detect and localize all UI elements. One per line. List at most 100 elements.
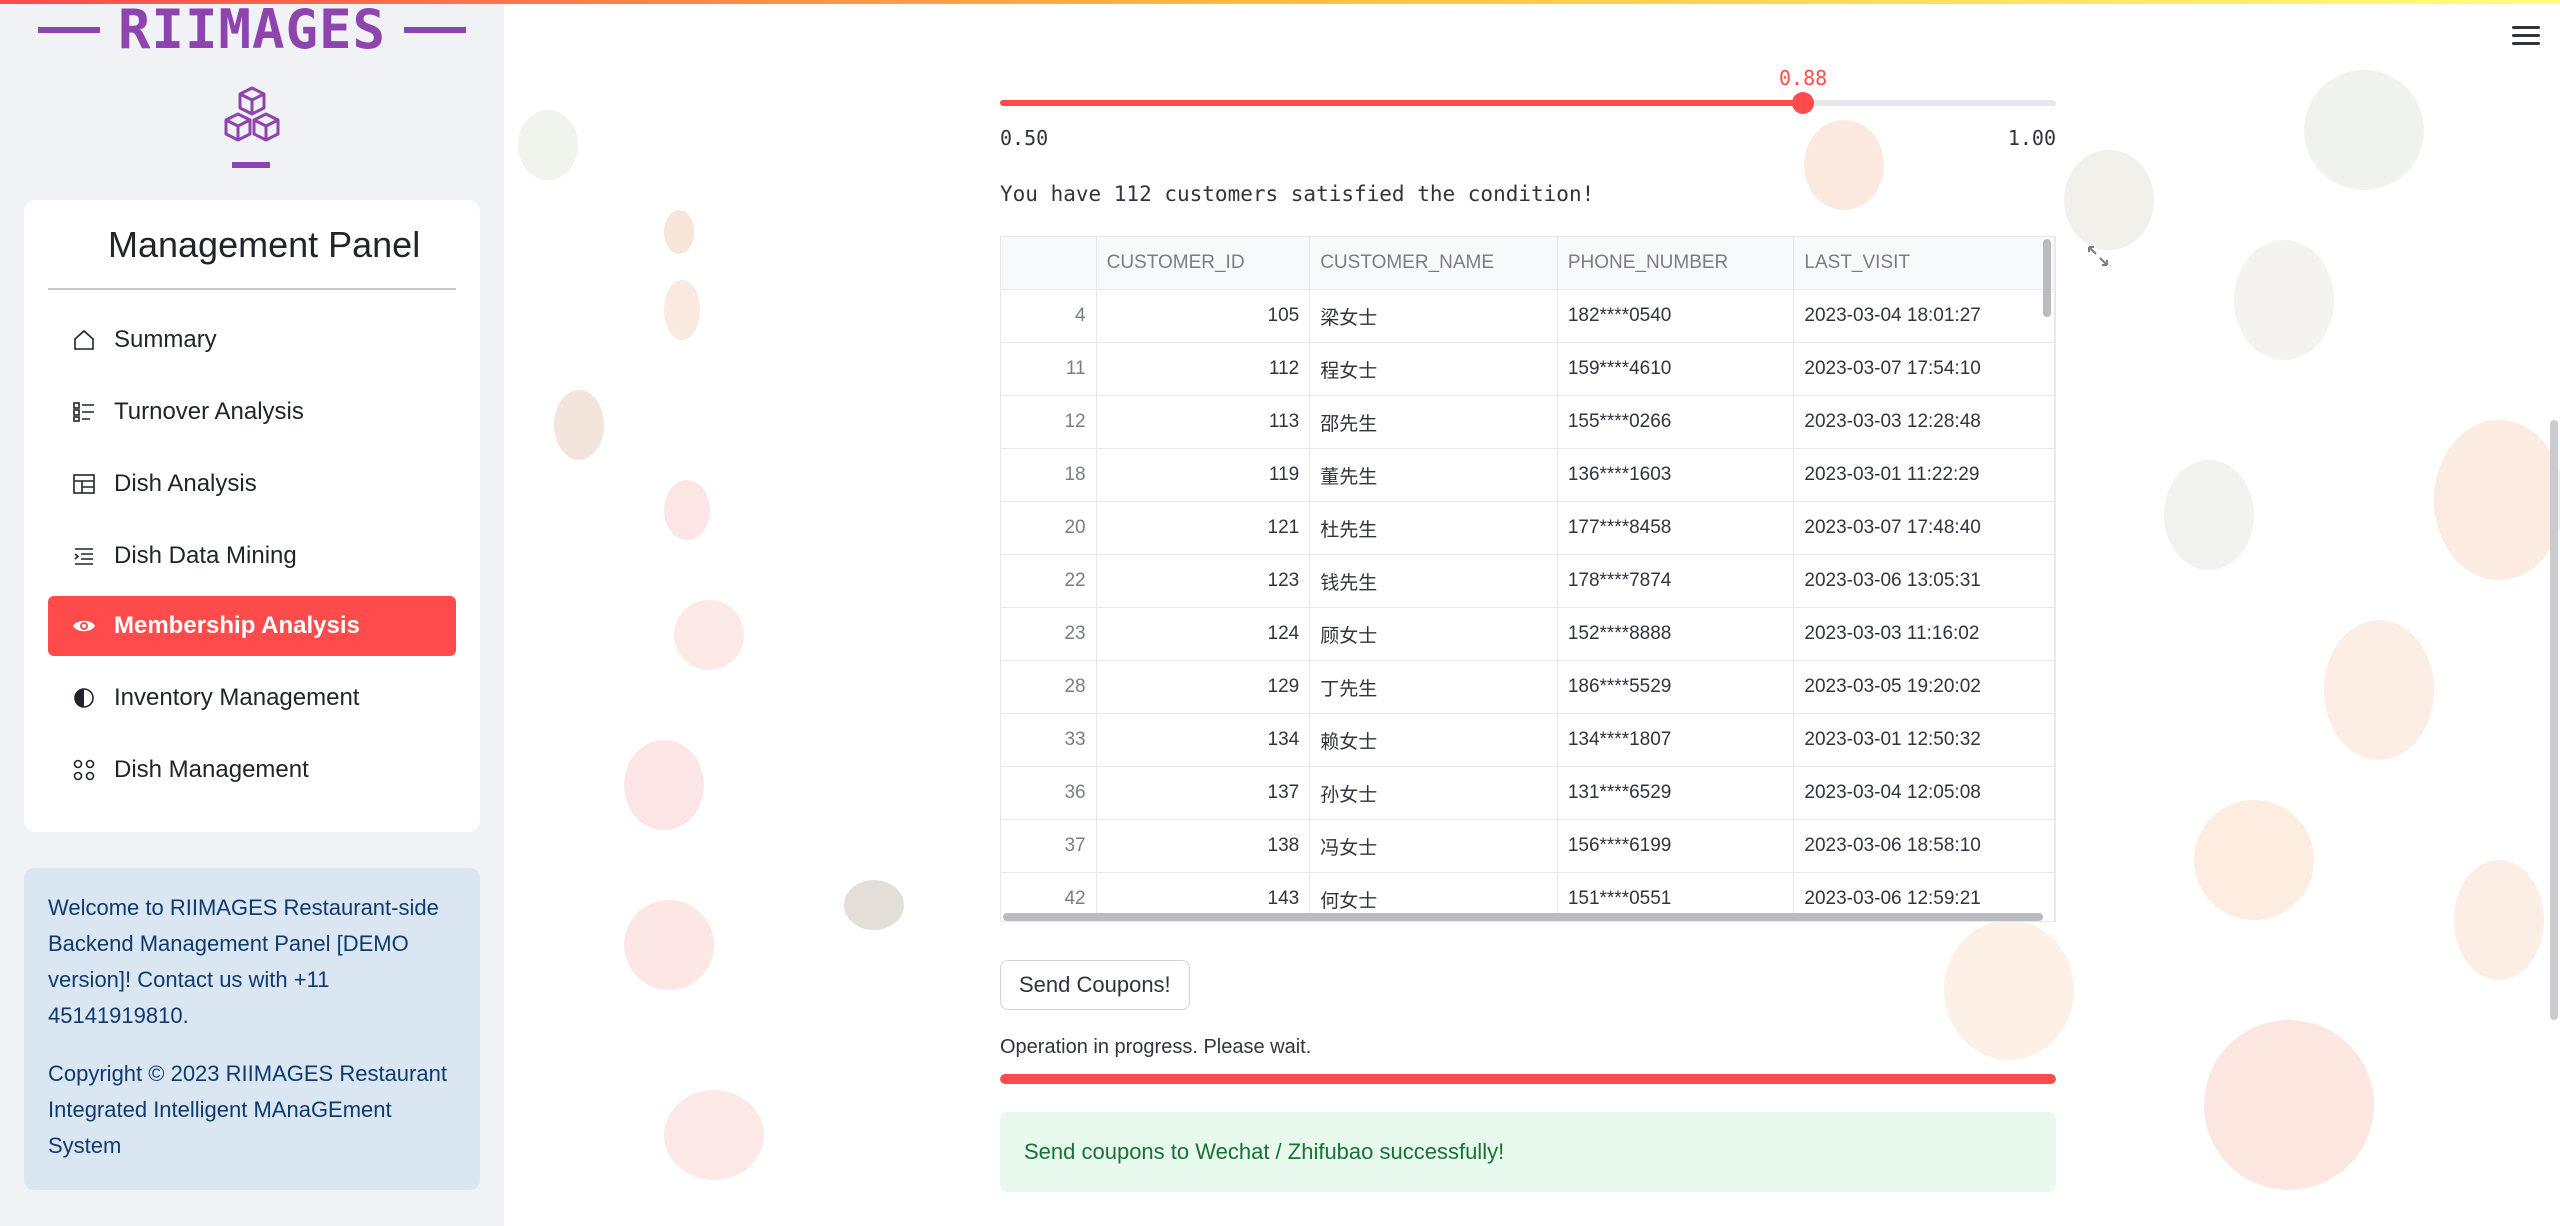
- sidebar-item-label: Inventory Management: [114, 684, 360, 711]
- cell-last-visit: 2023-03-07 17:48:40: [1793, 501, 2055, 555]
- cell-last-visit: 2023-03-06 13:05:31: [1793, 554, 2055, 608]
- column-header-index[interactable]: [1001, 237, 1097, 290]
- food-decoration: [2434, 420, 2560, 580]
- slider-fill: [1000, 100, 1803, 106]
- table-row[interactable]: 28 129 丁先生 186****5529 2023-03-05 19:20:02: [1001, 660, 2055, 714]
- column-header-last-visit[interactable]: LAST_VISIT: [1793, 237, 2055, 290]
- food-decoration: [844, 880, 904, 930]
- cubes-icon: [224, 86, 280, 142]
- slider-max-label: 1.00: [2007, 126, 2056, 150]
- cell-phone-number: 159****4610: [1557, 342, 1795, 396]
- table-row[interactable]: 36 137 孙女士 131****6529 2023-03-04 12:05:08: [1001, 766, 2055, 820]
- cell-customer-name: 杜先生: [1309, 501, 1558, 555]
- cell-phone-number: 134****1807: [1557, 713, 1795, 767]
- sidebar-item-membership-analysis[interactable]: Membership Analysis: [48, 596, 456, 656]
- table-vertical-scrollbar[interactable]: [2043, 239, 2051, 317]
- result-count-text: You have 112 customers satisfied the con…: [1000, 182, 1595, 206]
- food-decoration: [2194, 800, 2314, 920]
- cell-phone-number: 155****0266: [1557, 395, 1795, 449]
- food-decoration: [2454, 860, 2544, 980]
- table-horizontal-scrollbar[interactable]: [1003, 913, 2043, 921]
- food-decoration: [664, 210, 694, 254]
- cell-last-visit: 2023-03-04 18:01:27: [1793, 289, 2055, 343]
- food-decoration: [2234, 240, 2334, 360]
- cell-last-visit: 2023-03-01 12:50:32: [1793, 713, 2055, 767]
- expand-fullscreen-icon[interactable]: [2086, 244, 2110, 268]
- cell-customer-name: 钱先生: [1309, 554, 1558, 608]
- customer-table[interactable]: CUSTOMER_ID CUSTOMER_NAME PHONE_NUMBER L…: [1000, 236, 2056, 922]
- column-header-customer-name[interactable]: CUSTOMER_NAME: [1309, 237, 1558, 290]
- cell-customer-id: 121: [1096, 501, 1311, 555]
- eye-icon: [70, 612, 98, 640]
- progress-fill: [1000, 1074, 2056, 1084]
- cell-last-visit: 2023-03-01 11:22:29: [1793, 448, 2055, 502]
- table-row[interactable]: 20 121 杜先生 177****8458 2023-03-07 17:48:40: [1001, 501, 2055, 555]
- sidebar-item-dish-data-mining[interactable]: Dish Data Mining: [48, 526, 456, 586]
- cell-phone-number: 182****0540: [1557, 289, 1795, 343]
- row-index: 37: [1001, 819, 1097, 873]
- table-row[interactable]: 4 105 梁女士 182****0540 2023-03-04 18:01:27: [1001, 289, 2055, 343]
- table-row[interactable]: 22 123 钱先生 178****7874 2023-03-06 13:05:31: [1001, 554, 2055, 608]
- menu-title: Management Panel: [108, 224, 421, 265]
- sidebar-item-label: Membership Analysis: [114, 612, 360, 639]
- sidebar-item-dish-analysis[interactable]: Dish Analysis: [48, 454, 456, 514]
- row-index: 12: [1001, 395, 1097, 449]
- table-row[interactable]: 33 134 赖女士 134****1807 2023-03-01 12:50:32: [1001, 713, 2055, 767]
- food-decoration: [2324, 620, 2434, 760]
- food-decoration: [2304, 70, 2424, 190]
- page-scrollbar[interactable]: [2550, 420, 2558, 1020]
- cell-customer-id: 137: [1096, 766, 1311, 820]
- hamburger-menu-icon[interactable]: [2512, 26, 2540, 48]
- row-index: 22: [1001, 554, 1097, 608]
- column-header-customer-id[interactable]: CUSTOMER_ID: [1096, 237, 1311, 290]
- threshold-slider[interactable]: [1000, 92, 2056, 114]
- circle-half-icon: [70, 684, 98, 712]
- sidebar-item-turnover-analysis[interactable]: Turnover Analysis: [48, 382, 456, 442]
- row-index: 23: [1001, 607, 1097, 661]
- cell-customer-id: 129: [1096, 660, 1311, 714]
- table-header-row: CUSTOMER_ID CUSTOMER_NAME PHONE_NUMBER L…: [1001, 237, 2055, 290]
- cell-phone-number: 178****7874: [1557, 554, 1795, 608]
- row-index: 28: [1001, 660, 1097, 714]
- text-indent-icon: [70, 542, 98, 570]
- food-decoration: [624, 900, 714, 990]
- cell-last-visit: 2023-03-04 12:05:08: [1793, 766, 2055, 820]
- menu-divider: [48, 288, 456, 290]
- cell-last-visit: 2023-03-07 17:54:10: [1793, 342, 2055, 396]
- sidebar-item-dish-management[interactable]: Dish Management: [48, 740, 456, 800]
- food-decoration: [518, 110, 578, 180]
- food-decoration: [1944, 920, 2074, 1060]
- table-row[interactable]: 18 119 董先生 136****1603 2023-03-01 11:22:29: [1001, 448, 2055, 502]
- food-decoration: [2204, 1020, 2374, 1190]
- sidebar-item-inventory-management[interactable]: Inventory Management: [48, 668, 456, 728]
- copyright-text: Copyright © 2023 RIIMAGES Restaurant Int…: [48, 1061, 447, 1158]
- logo-dash-left: [37, 27, 100, 33]
- cell-customer-name: 梁女士: [1309, 289, 1558, 343]
- table-row[interactable]: 11 112 程女士 159****4610 2023-03-07 17:54:10: [1001, 342, 2055, 396]
- cell-customer-id: 134: [1096, 713, 1311, 767]
- table-row[interactable]: 37 138 冯女士 156****6199 2023-03-06 18:58:10: [1001, 819, 2055, 873]
- cell-customer-name: 丁先生: [1309, 660, 1558, 714]
- slider-current-value: 0.88: [1779, 66, 1828, 90]
- cell-phone-number: 177****8458: [1557, 501, 1795, 555]
- progress-bar: [1000, 1074, 2056, 1084]
- sidebar-item-summary[interactable]: Summary: [48, 310, 456, 370]
- column-header-phone-number[interactable]: PHONE_NUMBER: [1557, 237, 1795, 290]
- success-alert: Send coupons to Wechat / Zhifubao succes…: [1000, 1112, 2056, 1192]
- cell-phone-number: 136****1603: [1557, 448, 1795, 502]
- cell-customer-id: 113: [1096, 395, 1311, 449]
- slider-thumb[interactable]: [1792, 92, 1814, 114]
- table-row[interactable]: 12 113 邵先生 155****0266 2023-03-03 12:28:48: [1001, 395, 2055, 449]
- brand-name: RIIMAGES: [117, 0, 387, 61]
- sidebar-item-label: Dish Analysis: [114, 470, 257, 497]
- success-message: Send coupons to Wechat / Zhifubao succes…: [1024, 1139, 1505, 1164]
- food-decoration: [664, 280, 700, 340]
- cell-phone-number: 131****6529: [1557, 766, 1795, 820]
- menu-card: Management Panel Summary Turnover Analys…: [24, 200, 480, 832]
- cell-phone-number: 156****6199: [1557, 819, 1795, 873]
- row-index: 4: [1001, 289, 1097, 343]
- table-row[interactable]: 23 124 顾女士 152****8888 2023-03-03 11:16:02: [1001, 607, 2055, 661]
- send-coupons-button[interactable]: Send Coupons!: [1000, 960, 1190, 1010]
- sidebar-item-label: Summary: [114, 326, 217, 353]
- cell-customer-id: 124: [1096, 607, 1311, 661]
